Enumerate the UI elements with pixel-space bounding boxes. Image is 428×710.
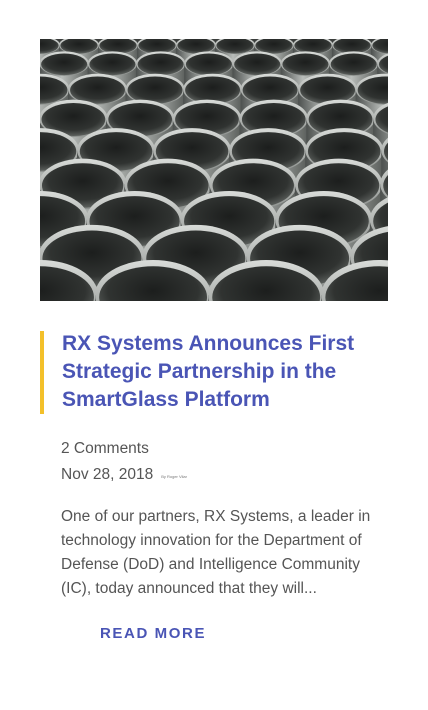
post-title-block: RX Systems Announces First Strategic Par…	[40, 330, 380, 414]
blog-post-card: RX Systems Announces First Strategic Par…	[0, 0, 428, 710]
post-byline: By Roger Vilar	[161, 474, 187, 479]
post-title[interactable]: RX Systems Announces First Strategic Par…	[40, 330, 380, 414]
title-accent-bar	[40, 331, 44, 414]
comments-link[interactable]: 2 Comments	[61, 436, 149, 462]
post-excerpt: One of our partners, RX Systems, a leade…	[61, 508, 371, 597]
pipes-image	[40, 39, 388, 301]
read-more-link[interactable]: READ MORE	[100, 625, 206, 642]
post-image[interactable]	[40, 39, 388, 301]
post-meta: 2 Comments Nov 28, 2018 By Roger Vilar	[61, 436, 381, 491]
post-date: Nov 28, 2018	[61, 466, 154, 483]
